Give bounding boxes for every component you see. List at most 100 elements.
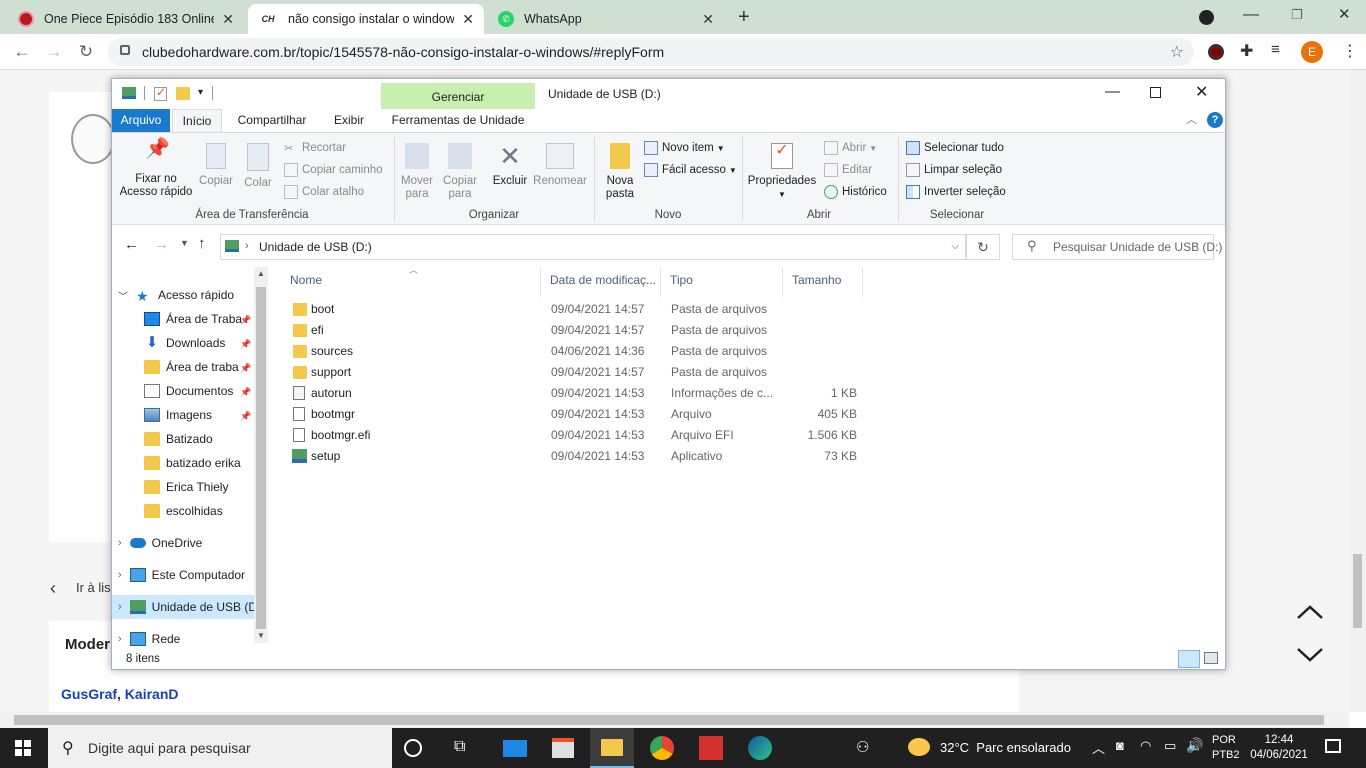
- chrome-icon[interactable]: [650, 736, 674, 760]
- edit-button[interactable]: Editar: [824, 163, 872, 177]
- chevron-left-icon[interactable]: ‹: [50, 578, 56, 599]
- refresh-icon[interactable]: ↻: [966, 234, 1000, 260]
- pin-quick-access-button[interactable]: 📌 Fixar no Acesso rápido: [118, 139, 194, 199]
- breadcrumb[interactable]: Unidade de USB (D:): [259, 240, 372, 254]
- minimize-icon[interactable]: —: [1243, 6, 1259, 24]
- table-row[interactable]: bootmgr 09/04/2021 14:53 Arquivo 405 KB: [279, 404, 1019, 425]
- page-vertical-scrollbar[interactable]: [1349, 70, 1366, 712]
- scroll-down-icon[interactable]: ▼: [257, 631, 265, 640]
- reload-icon[interactable]: ↻: [74, 40, 98, 64]
- copy-button[interactable]: Copiar: [196, 143, 236, 188]
- forward-icon[interactable]: →: [154, 236, 169, 253]
- easy-access-button[interactable]: Fácil acesso ▼: [644, 163, 737, 177]
- table-row[interactable]: setup 09/04/2021 14:53 Aplicativo 73 KB: [279, 446, 1019, 467]
- details-view-icon[interactable]: [1178, 650, 1200, 668]
- history-button[interactable]: Histórico: [824, 185, 887, 199]
- table-row[interactable]: sources 04/06/2021 14:36 Pasta de arquiv…: [279, 341, 1019, 362]
- tab-compartilhar[interactable]: Compartilhar: [230, 109, 314, 132]
- moderator-link[interactable]: GusGraf: [61, 686, 117, 702]
- move-to-button[interactable]: Mover para: [398, 143, 436, 201]
- back-icon[interactable]: ←: [10, 40, 34, 64]
- store-icon[interactable]: [552, 738, 574, 758]
- back-icon[interactable]: ←: [124, 236, 139, 253]
- pin-icon[interactable]: 📌: [240, 363, 251, 374]
- properties-button[interactable]: ✓ Propriedades ▼: [746, 143, 818, 201]
- taskbar-search-input[interactable]: ⚲ Digite aqui para pesquisar: [48, 728, 392, 768]
- nav-item-this-pc[interactable]: › Este Computador: [118, 563, 258, 587]
- new-item-button[interactable]: Novo item ▼: [644, 141, 725, 155]
- rename-button[interactable]: Renomear: [532, 143, 588, 188]
- scroll-up-icon[interactable]: ▲: [257, 269, 265, 278]
- mail-icon[interactable]: [503, 740, 527, 757]
- paste-shortcut-button[interactable]: Colar atalho: [284, 185, 364, 199]
- open-button[interactable]: Abrir ▼: [824, 141, 877, 155]
- tab-inicio[interactable]: Início: [172, 109, 222, 132]
- recent-locations-icon[interactable]: ▼: [180, 238, 189, 248]
- address-bar[interactable]: › Unidade de USB (D:) ⌵: [220, 234, 966, 260]
- scroll-up-icon[interactable]: [1296, 604, 1324, 620]
- chevron-down-icon[interactable]: ⌵: [951, 241, 959, 252]
- help-icon[interactable]: ?: [1207, 112, 1223, 128]
- manage-context-tab[interactable]: Gerenciar: [381, 83, 535, 109]
- meet-now-icon[interactable]: ◙: [1116, 738, 1124, 753]
- column-header-name[interactable]: Nome: [283, 267, 541, 297]
- back-to-list-link[interactable]: Ir à lis: [76, 580, 111, 595]
- pin-icon[interactable]: 📌: [240, 339, 251, 350]
- scroll-down-icon[interactable]: [1296, 647, 1324, 663]
- column-header-size[interactable]: Tamanho: [785, 267, 863, 297]
- chevron-up-icon[interactable]: ︿: [1092, 738, 1105, 757]
- tab-arquivo[interactable]: Arquivo: [112, 109, 170, 132]
- task-view-icon[interactable]: ⧉: [454, 738, 478, 762]
- wifi-icon[interactable]: ◠: [1140, 738, 1151, 754]
- tab-clubedohardware[interactable]: CH não consigo instalar o windows. - ✕: [248, 4, 484, 34]
- table-row[interactable]: support 09/04/2021 14:57 Pasta de arquiv…: [279, 362, 1019, 383]
- clock[interactable]: 12:44 04/06/2021: [1248, 733, 1310, 763]
- pin-icon[interactable]: 📌: [240, 315, 251, 326]
- media-queue-icon[interactable]: ≡: [1271, 41, 1280, 58]
- moderator-link[interactable]: KairanD: [125, 686, 179, 702]
- nav-item-onedrive[interactable]: › OneDrive: [118, 531, 258, 555]
- edge-icon[interactable]: [748, 736, 772, 760]
- tab-search-icon[interactable]: [1199, 10, 1214, 25]
- copy-path-button[interactable]: Copiar caminho: [284, 163, 383, 177]
- file-explorer-taskbar-button[interactable]: [590, 728, 634, 768]
- new-folder-button[interactable]: Nova pasta: [600, 143, 640, 201]
- nav-item-quick-access[interactable]: ﹀ ★ Acesso rápido: [118, 283, 258, 307]
- weather-text[interactable]: 32°C Parc ensolarado: [940, 740, 1071, 755]
- weather-icon[interactable]: [908, 738, 930, 756]
- scroll-thumb[interactable]: [14, 715, 1324, 725]
- puzzle-icon[interactable]: ✚: [1240, 41, 1253, 61]
- paste-button[interactable]: Colar: [240, 143, 276, 190]
- table-row[interactable]: boot 09/04/2021 14:57 Pasta de arquivos: [279, 299, 1019, 320]
- close-window-icon[interactable]: ✕: [1338, 5, 1351, 23]
- nav-item-usb[interactable]: › Unidade de USB (D:): [112, 595, 254, 619]
- column-header-date[interactable]: Data de modificaç...: [543, 267, 661, 297]
- avatar[interactable]: E: [1301, 41, 1323, 63]
- select-all-button[interactable]: Selecionar tudo: [906, 141, 1004, 155]
- tab-ferramentas-de-unidade[interactable]: Ferramentas de Unidade: [384, 109, 532, 132]
- language-indicator[interactable]: POR PTB2: [1212, 733, 1240, 763]
- bookmark-star-icon[interactable]: ☆: [1170, 42, 1184, 62]
- maximize-icon[interactable]: [1150, 87, 1161, 98]
- new-tab-button[interactable]: +: [738, 6, 750, 29]
- windows-start-icon[interactable]: [15, 740, 31, 756]
- select-none-button[interactable]: Limpar seleção: [906, 163, 1002, 177]
- people-icon[interactable]: ⚇: [856, 738, 869, 756]
- minimize-icon[interactable]: —: [1105, 83, 1120, 100]
- copy-to-button[interactable]: Copiar para: [440, 143, 480, 201]
- table-row[interactable]: efi 09/04/2021 14:57 Pasta de arquivos: [279, 320, 1019, 341]
- menu-icon[interactable]: ⋮: [1342, 41, 1358, 61]
- properties-quick-icon[interactable]: ✓: [154, 85, 167, 101]
- close-icon[interactable]: ✕: [222, 11, 234, 28]
- delete-button[interactable]: ✕ Excluir: [488, 143, 532, 188]
- tab-onepiece[interactable]: One Piece Episódio 183 Online em ✕: [8, 4, 244, 34]
- invert-selection-button[interactable]: Inverter seleção: [906, 185, 1006, 199]
- column-header-type[interactable]: Tipo: [663, 267, 783, 297]
- pin-icon[interactable]: 📌: [240, 411, 251, 422]
- extension-icon[interactable]: [1208, 44, 1224, 60]
- address-bar[interactable]: clubedohardware.com.br/topic/1545578-não…: [108, 38, 1194, 66]
- tab-exibir[interactable]: Exibir: [326, 109, 372, 132]
- customize-quick-access-icon[interactable]: ▾: [198, 87, 203, 98]
- notifications-icon[interactable]: [1325, 739, 1341, 753]
- new-folder-quick-icon[interactable]: [176, 87, 190, 100]
